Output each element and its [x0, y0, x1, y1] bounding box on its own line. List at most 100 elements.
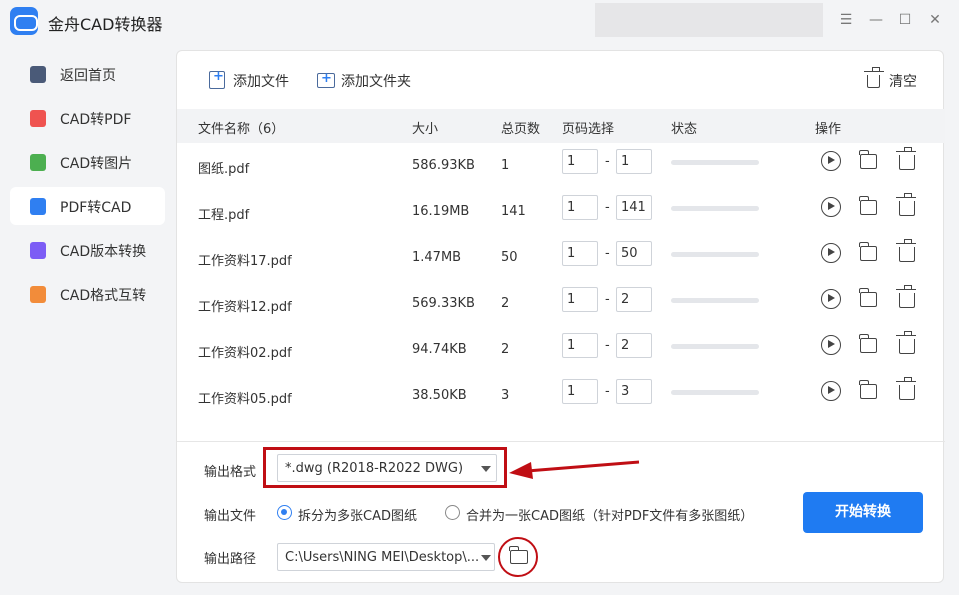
merge-radio[interactable] — [445, 505, 460, 520]
table-row: 工程.pdf 16.19MB 141 1-141 — [177, 189, 945, 235]
minimize-button[interactable]: — — [865, 9, 887, 31]
column-header-size: 大小 — [412, 122, 439, 137]
page-range-separator: - — [605, 292, 610, 307]
title-search-box[interactable] — [595, 3, 823, 37]
page-to-input[interactable]: 2 — [616, 333, 652, 358]
pdf-file-icon — [30, 110, 46, 127]
folder-icon[interactable] — [859, 334, 877, 353]
file-size: 16.19MB — [412, 204, 470, 219]
trash-icon[interactable] — [896, 377, 916, 400]
add-folder-icon — [317, 71, 335, 88]
trash-icon[interactable] — [896, 331, 916, 354]
progress-bar — [671, 298, 759, 303]
page-to-input[interactable]: 1 — [616, 149, 652, 174]
folder-icon[interactable] — [859, 242, 877, 261]
play-icon[interactable] — [821, 197, 841, 217]
play-icon[interactable] — [821, 289, 841, 309]
file-name: 工程.pdf — [198, 208, 250, 223]
output-format-label: 输出格式 — [204, 465, 257, 480]
table-row: 工作资料17.pdf 1.47MB 50 1-50 — [177, 235, 945, 281]
page-to-input[interactable]: 50 — [616, 241, 652, 266]
home-icon — [30, 66, 46, 83]
folder-icon[interactable] — [859, 288, 877, 307]
page-count: 141 — [501, 204, 526, 219]
sidebar-item-label: PDF转CAD — [60, 200, 132, 216]
page-to-input[interactable]: 141 — [616, 195, 652, 220]
sidebar-item-cad-format[interactable]: CAD格式互转 — [10, 275, 165, 313]
sidebar-item-cad-version[interactable]: CAD版本转换 — [10, 231, 165, 269]
sidebar-item-pdf-to-cad[interactable]: PDF转CAD — [10, 187, 165, 225]
play-icon[interactable] — [821, 381, 841, 401]
trash-icon — [864, 67, 884, 88]
file-name: 图纸.pdf — [198, 162, 250, 177]
page-from-input[interactable]: 1 — [562, 287, 598, 312]
table-header: 文件名称（6） 大小 总页数 页码选择 状态 操作 — [177, 109, 945, 143]
file-name: 工作资料17.pdf — [198, 254, 292, 269]
page-from-input[interactable]: 1 — [562, 379, 598, 404]
page-range-separator: - — [605, 246, 610, 261]
page-count: 50 — [501, 250, 518, 265]
progress-bar — [671, 390, 759, 395]
trash-icon[interactable] — [896, 285, 916, 308]
file-size: 38.50KB — [412, 388, 467, 403]
merge-option-label: 合并为一张CAD图纸（针对PDF文件有多张图纸） — [466, 509, 754, 524]
highlight-circle — [498, 537, 538, 577]
sidebar-item-label: CAD格式互转 — [60, 288, 147, 304]
app-title: 金舟CAD转换器 — [48, 15, 163, 34]
app-logo-icon — [10, 7, 38, 35]
folder-icon[interactable] — [859, 150, 877, 169]
file-size: 569.33KB — [412, 296, 475, 311]
split-option-label: 拆分为多张CAD图纸 — [298, 509, 417, 524]
maximize-button[interactable]: ☐ — [894, 9, 916, 31]
page-range-separator: - — [605, 200, 610, 215]
page-range-separator: - — [605, 338, 610, 353]
folder-icon[interactable] — [859, 196, 877, 215]
page-range-separator: - — [605, 384, 610, 399]
file-size: 94.74KB — [412, 342, 467, 357]
convert-file-icon — [30, 286, 46, 303]
output-file-label: 输出文件 — [204, 509, 257, 524]
play-icon[interactable] — [821, 335, 841, 355]
progress-bar — [671, 344, 759, 349]
sidebar-item-cad-to-pdf[interactable]: CAD转PDF — [10, 99, 165, 137]
trash-icon[interactable] — [896, 239, 916, 262]
split-radio[interactable] — [277, 505, 292, 520]
add-file-icon — [209, 69, 225, 89]
folder-icon[interactable] — [859, 380, 877, 399]
output-path-label: 输出路径 — [204, 552, 257, 567]
sidebar-item-label: CAD版本转换 — [60, 244, 147, 260]
ai-file-icon — [30, 242, 46, 259]
trash-icon[interactable] — [896, 193, 916, 216]
page-from-input[interactable]: 1 — [562, 241, 598, 266]
sidebar-item-label: CAD转图片 — [60, 156, 133, 172]
output-path-select[interactable]: C:\Users\NING MEI\Desktop\... — [277, 543, 495, 571]
file-name: 工作资料02.pdf — [198, 346, 292, 361]
main-panel: 添加文件 添加文件夹 清空 文件名称（6） 大小 总页数 页码选择 状态 操作 … — [176, 50, 945, 583]
page-from-input[interactable]: 1 — [562, 195, 598, 220]
page-to-input[interactable]: 2 — [616, 287, 652, 312]
file-size: 586.93KB — [412, 158, 475, 173]
trash-icon[interactable] — [896, 147, 916, 170]
sidebar-item-home[interactable]: 返回首页 — [10, 55, 165, 93]
title-bar: 金舟CAD转换器 ☰ — ☐ ✕ — [0, 0, 959, 42]
close-button[interactable]: ✕ — [924, 9, 946, 31]
page-count: 1 — [501, 158, 510, 173]
page-count: 3 — [501, 388, 510, 403]
start-convert-button[interactable]: 开始转换 — [803, 492, 923, 533]
divider — [177, 441, 945, 442]
cad-file-icon — [30, 198, 46, 215]
column-header-name: 文件名称（6） — [198, 122, 285, 137]
page-from-input[interactable]: 1 — [562, 333, 598, 358]
column-header-page-select: 页码选择 — [562, 122, 615, 137]
table-row: 图纸.pdf 586.93KB 1 1-1 — [177, 143, 945, 189]
sidebar-item-cad-to-image[interactable]: CAD转图片 — [10, 143, 165, 181]
highlight-box — [263, 447, 507, 488]
play-icon[interactable] — [821, 151, 841, 171]
page-to-input[interactable]: 3 — [616, 379, 652, 404]
sidebar-item-label: 返回首页 — [60, 68, 116, 84]
menu-icon[interactable]: ☰ — [835, 9, 857, 31]
file-size: 1.47MB — [412, 250, 462, 265]
play-icon[interactable] — [821, 243, 841, 263]
file-name: 工作资料12.pdf — [198, 300, 292, 315]
page-from-input[interactable]: 1 — [562, 149, 598, 174]
